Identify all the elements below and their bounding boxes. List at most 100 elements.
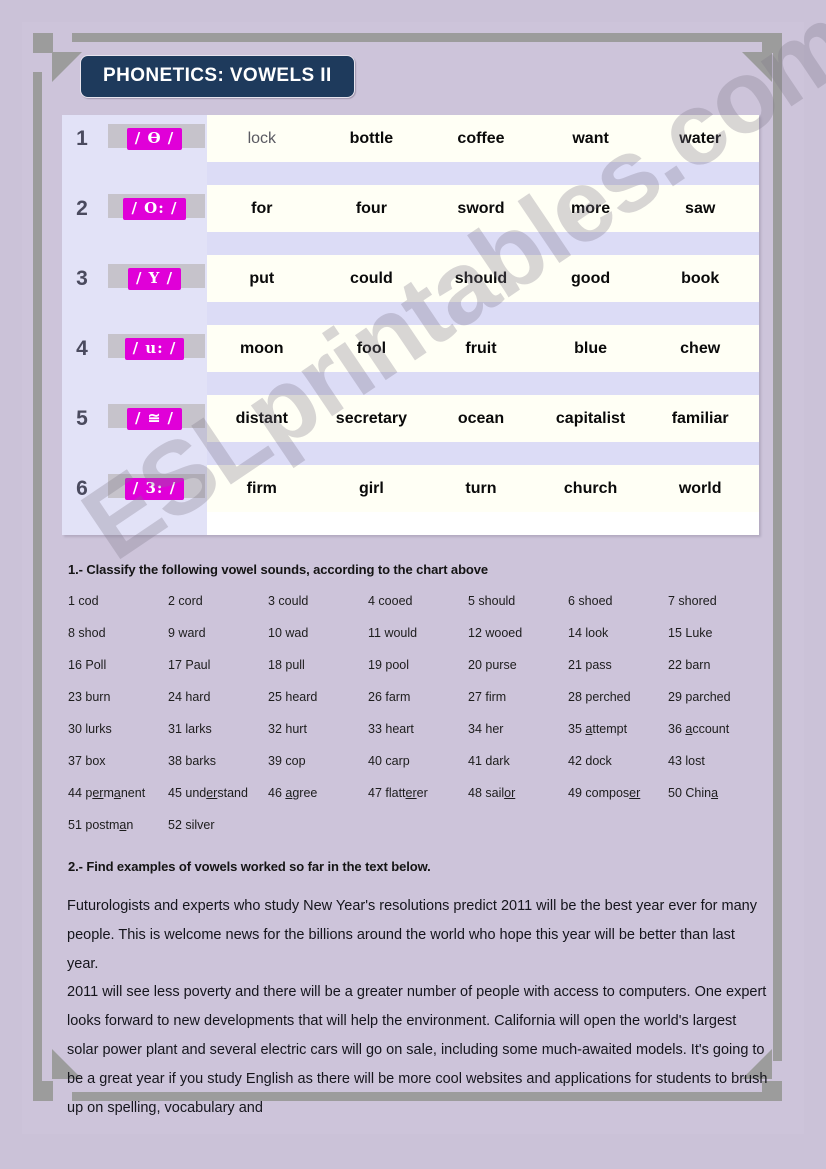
vowel-chart-table: 1 / Ɵ / lock bottle coffee want water 2 / O: / fo… [62,115,759,535]
vowel-chart-row-spacer [62,442,759,465]
frame-top-bar [72,33,772,42]
vowel-chart-row: 2 / O: / for four sword more saw [62,185,759,232]
vowel-chart-row-spacer [62,302,759,325]
vowel-chart-row: 3 / Y / put could should good book [62,255,759,302]
exercise-1-item: 43 lost [668,754,705,768]
exercise-1-item: 20 purse [468,658,517,672]
frame-left-bar [33,72,42,1100]
exercise-1-item: 49 composer [568,786,641,800]
exercise-1-item: 51 postman [68,818,134,832]
vowel-example-word: lock [247,129,277,147]
vowel-example-word: should [454,269,508,287]
exercise-1-item: 45 understand [168,786,248,800]
vowel-example-word: firm [246,479,277,497]
worksheet-page: PHONETICS: VOWELS II 1 / Ɵ / lock bottle cof… [0,0,826,1169]
vowel-example-word: girl [358,479,384,497]
exercise-1-item: 29 parched [668,690,731,704]
exercise-1-item: 26 farm [368,690,411,704]
exercise-1-item: 22 barn [668,658,711,672]
exercise-1-item: 39 cop [268,754,306,768]
vowel-chart-row-spacer [62,372,759,395]
vowel-row-number: 1 [62,115,102,162]
exercise-1-item: 7 shored [668,594,717,608]
vowel-words-cell: firm girl turn church world [207,465,759,512]
vowel-chart-row-spacer [62,232,759,255]
frame-corner-square-top-right [762,33,782,53]
vowel-example-word: four [355,199,387,217]
exercise-1-heading: 1.- Classify the following vowel sounds,… [68,562,489,577]
exercise-1-item: 16 Poll [68,658,107,672]
vowel-example-word: more [571,199,611,217]
vowel-chart-row: 6 / 3: / firm girl turn church world [62,465,759,512]
vowel-example-word: fool [356,339,387,357]
vowel-example-word: world [678,479,722,497]
vowel-words-cell: lock bottle coffee want water [207,115,759,162]
vowel-row-number: 6 [62,465,102,512]
exercise-1-item: 47 flatterer [368,786,428,800]
vowel-example-word: saw [685,199,716,217]
vowel-symbol-cell: / Ɵ / [102,115,207,162]
exercise-1-item: 42 dock [568,754,612,768]
exercise-1-item: 15 Luke [668,626,713,640]
vowel-words-cell: moon fool fruit blue chew [207,325,759,372]
phonetic-symbol-badge: / Ɵ / [126,127,183,150]
vowel-example-word: water [679,129,722,147]
vowel-example-word: book [681,269,720,287]
vowel-words-cell: distant secretary ocean capitalist familiar [207,395,759,442]
vowel-symbol-cell: / Y / [102,255,207,302]
vowel-example-word: put [249,269,275,287]
vowel-example-word: could [350,269,393,287]
vowel-row-number: 3 [62,255,102,302]
vowel-chart-row-spacer [62,162,759,185]
exercise-1-item: 14 look [568,626,609,640]
exercise-1-item: 36 account [668,722,730,736]
exercise-1-item: 24 hard [168,690,211,704]
vowel-symbol-cell: / u: / [102,325,207,372]
vowel-example-word: blue [574,339,608,357]
phonetic-symbol-badge: / Y / [127,267,182,290]
vowel-example-word: fruit [465,339,497,357]
exercise-1-item: 1 cod [68,594,99,608]
passage-paragraph: 2011 will see less poverty and there wil… [67,984,768,1116]
exercise-1-item: 3 could [268,594,309,608]
exercise-1-item: 19 pool [368,658,410,672]
vowel-words-cell: for four sword more saw [207,185,759,232]
vowel-example-word: ocean [457,409,505,427]
phonetic-symbol-badge: / u: / [124,337,185,360]
vowel-example-word: chew [680,339,721,357]
vowel-example-word: bottle [349,129,394,147]
exercise-1-item: 50 China [668,786,719,800]
page-title: PHONETICS: VOWELS II [80,55,355,98]
vowel-row-number: 5 [62,395,102,442]
vowel-symbol-cell: / ≅ / [102,395,207,442]
vowel-example-word: capitalist [555,409,626,427]
vowel-example-word: good [571,269,611,287]
exercise-1-item: 32 hurt [268,722,307,736]
frame-corner-square-bottom-left [33,1081,53,1101]
phonetic-symbol-badge: / 3: / [124,477,185,500]
exercise-1-item: 5 should [468,594,516,608]
exercise-1-item: 12 wooed [468,626,523,640]
exercise-1-item: 40 carp [368,754,410,768]
exercise-1-item: 28 perched [568,690,631,704]
vowel-example-word: coffee [457,129,505,147]
vowel-chart-row-spacer [62,512,759,535]
exercise-1-item: 41 dark [468,754,510,768]
exercise-1-item: 21 pass [568,658,612,672]
vowel-example-word: familiar [671,409,729,427]
exercise-1-item: 18 pull [268,658,305,672]
phonetic-symbol-badge: / ≅ / [127,407,182,430]
exercise-1-item: 10 wad [268,626,309,640]
exercise-1-item: 31 larks [168,722,212,736]
exercise-1-item: 23 burn [68,690,111,704]
exercise-1-item: 6 shoed [568,594,613,608]
exercise-1-item: 2 cord [168,594,203,608]
exercise-1-item: 11 would [368,626,418,640]
exercise-1-item: 48 sailor [468,786,516,800]
vowel-row-number: 4 [62,325,102,372]
vowel-example-word: secretary [335,409,407,427]
exercise-1-item: 38 barks [168,754,216,768]
exercise-1-item: 35 attempt [568,722,628,736]
exercise-2-heading: 2.- Find examples of vowels worked so fa… [68,859,431,874]
vowel-example-word: moon [240,339,284,357]
